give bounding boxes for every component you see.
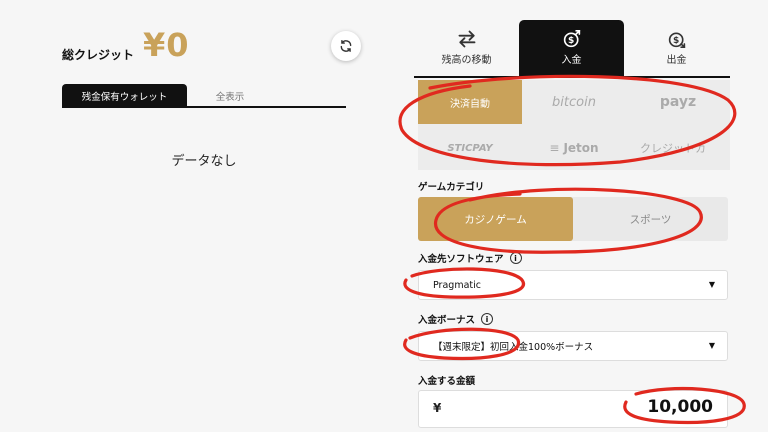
wallet-tabs: 残金保有ウォレット 全表示 (62, 84, 346, 108)
sticpay-logo: STICPAY (447, 142, 493, 154)
deposit-panel: 残高の移動 $ 入金 $ 出金 決済自動 bitcoin payz STICPA… (390, 0, 768, 432)
bonus-label: 入金ボーナス i (418, 312, 494, 326)
svg-text:$: $ (568, 36, 574, 46)
caret-down-icon: ▼ (708, 280, 715, 289)
method-bitcoin[interactable]: bitcoin (522, 80, 626, 124)
dollar-out-icon: $ (668, 32, 685, 48)
refresh-icon (340, 40, 352, 52)
payz-logo: payz (659, 94, 697, 110)
bonus-select[interactable]: 【週末限定】初回入金100%ボーナス ▼ (418, 331, 728, 361)
tab-balance-transfer[interactable]: 残高の移動 (414, 20, 519, 76)
game-category-label: ゲームカテゴリ (418, 179, 484, 193)
jeton-logo: Jeton (563, 141, 599, 155)
bitcoin-logo: bitcoin (552, 94, 596, 110)
method-sticpay[interactable]: STICPAY (418, 126, 522, 170)
wallet-panel: 総クレジット ¥0 残金保有ウォレット 全表示 データなし (0, 0, 390, 432)
category-sports[interactable]: スポーツ (573, 197, 728, 241)
tab-withdraw[interactable]: $ 出金 (624, 20, 729, 76)
tab-deposit[interactable]: $ 入金 (519, 20, 624, 76)
main-tabs: 残高の移動 $ 入金 $ 出金 (414, 20, 734, 76)
transfer-arrows-icon (458, 30, 475, 48)
amount-input[interactable]: ¥ 10,000 (418, 390, 728, 428)
total-credit-value: ¥0 (143, 26, 190, 64)
info-icon[interactable]: i (481, 313, 494, 325)
method-auto-settlement[interactable]: 決済自動 (418, 80, 522, 124)
software-select-value: Pragmatic (433, 279, 481, 291)
svg-text:$: $ (673, 36, 679, 46)
credit-card-label: クレジットカ (640, 142, 706, 155)
software-select[interactable]: Pragmatic ▼ (418, 270, 728, 300)
dollar-in-icon: $ (563, 30, 580, 48)
method-payz[interactable]: payz (626, 80, 730, 124)
currency-symbol: ¥ (433, 401, 442, 415)
method-auto-settlement-label: 決済自動 (450, 98, 490, 110)
tab-underline (414, 76, 730, 78)
method-credit-card[interactable]: クレジットカ (626, 126, 730, 170)
tab-show-all[interactable]: 全表示 (195, 84, 265, 108)
tab-balance-transfer-label: 残高の移動 (441, 55, 492, 66)
method-jeton[interactable]: ≡ Jeton (522, 126, 626, 170)
caret-down-icon: ▼ (708, 341, 715, 350)
game-category-label-text: ゲームカテゴリ (418, 182, 485, 193)
tab-balance-wallets[interactable]: 残金保有ウォレット (62, 84, 187, 108)
info-icon[interactable]: i (509, 252, 522, 264)
category-casino[interactable]: カジノゲーム (418, 197, 573, 241)
refresh-button[interactable] (331, 31, 361, 61)
payment-methods: 決済自動 bitcoin payz STICPAY ≡ Jeton クレジットカ (418, 80, 730, 170)
tab-deposit-label: 入金 (561, 55, 582, 66)
jeton-icon: ≡ (549, 141, 560, 155)
bonus-label-text: 入金ボーナス (418, 315, 476, 326)
bonus-select-value: 【週末限定】初回入金100%ボーナス (433, 342, 594, 353)
empty-state-text: データなし (171, 154, 237, 169)
amount-label-text: 入金する金額 (418, 376, 476, 387)
software-label-text: 入金先ソフトウェア (418, 254, 504, 265)
amount-value: 10,000 (647, 397, 713, 417)
tab-withdraw-label: 出金 (666, 55, 687, 66)
game-category-toggle: カジノゲーム スポーツ (418, 197, 728, 241)
amount-label: 入金する金額 (418, 373, 475, 387)
total-credit-label: 総クレジット (62, 48, 135, 62)
software-label: 入金先ソフトウェア i (418, 251, 522, 265)
